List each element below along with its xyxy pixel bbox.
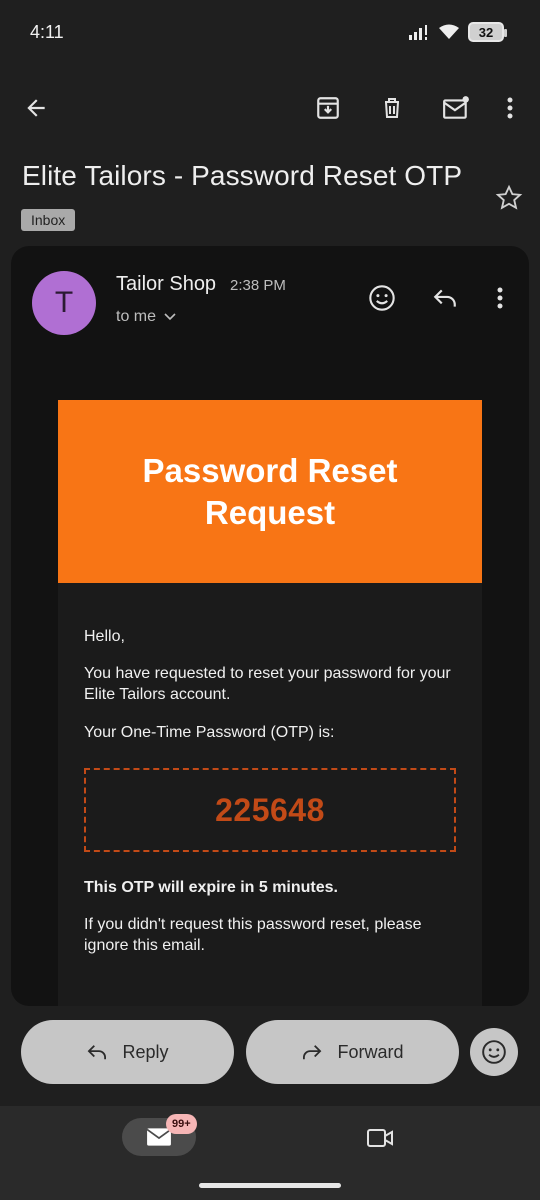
more-vert-icon xyxy=(497,287,503,309)
back-button[interactable] xyxy=(18,90,54,126)
banner-title: Password Reset Request xyxy=(142,451,398,531)
back-icon xyxy=(27,99,45,117)
otp-box: 225648 xyxy=(84,768,456,852)
email-body: Password Reset Request Hello, You have r… xyxy=(58,400,482,1006)
label-chip[interactable]: Inbox xyxy=(21,209,76,231)
email-content: Hello, You have requested to reset your … xyxy=(58,626,482,956)
sender-name[interactable]: Tailor Shop xyxy=(116,273,216,296)
battery-icon: 32 xyxy=(468,22,507,42)
react-emoji-button[interactable] xyxy=(366,282,398,314)
expiry-text: This OTP will expire in 5 minutes. xyxy=(84,879,338,896)
unread-badge: 99+ xyxy=(166,1114,197,1134)
status-time: 4:11 xyxy=(30,22,64,42)
reset-banner: Password Reset Request xyxy=(58,400,482,583)
message-time: 2:38 PM xyxy=(230,277,286,294)
battery-level: 32 xyxy=(478,24,494,40)
recipient-label: to me xyxy=(116,308,157,325)
wifi-icon xyxy=(439,24,459,39)
archive-button[interactable] xyxy=(310,90,346,126)
recipient-details[interactable]: to me xyxy=(116,308,176,326)
status-bar: 4:11 32 xyxy=(0,0,540,64)
signal-icon xyxy=(409,25,427,40)
reply-icon xyxy=(88,1045,107,1060)
request-text: You have requested to reset your passwor… xyxy=(84,665,451,703)
video-icon xyxy=(367,1129,393,1147)
sender-avatar[interactable]: T xyxy=(32,271,96,335)
chevron-down-icon xyxy=(164,313,176,321)
email-subject: Elite Tailors - Password Reset OTP xyxy=(22,160,463,191)
more-vert-icon xyxy=(507,97,513,119)
reply-header-button[interactable] xyxy=(429,282,461,314)
more-options-button[interactable] xyxy=(492,90,528,126)
ignore-text: If you didn't request this password rese… xyxy=(84,916,422,954)
reply-button[interactable]: Reply xyxy=(21,1020,234,1084)
bottom-nav: 99+ xyxy=(0,1106,540,1200)
action-bar: Reply Forward xyxy=(0,1006,540,1106)
star-icon xyxy=(495,184,523,210)
mark-unread-icon xyxy=(443,96,469,119)
forward-label: Forward xyxy=(337,1041,404,1062)
greeting-text: Hello, xyxy=(84,628,125,645)
message-more-button[interactable] xyxy=(484,282,516,314)
emoji-icon xyxy=(482,1040,506,1064)
star-button[interactable] xyxy=(495,184,523,212)
otp-code[interactable]: 225648 xyxy=(215,792,325,829)
emoji-icon xyxy=(369,285,395,311)
forward-button[interactable]: Forward xyxy=(246,1020,459,1084)
reply-label: Reply xyxy=(122,1041,169,1062)
delete-icon xyxy=(385,98,399,118)
forward-icon xyxy=(303,1045,322,1060)
home-indicator[interactable] xyxy=(199,1183,341,1188)
reply-icon xyxy=(433,289,456,307)
email-toolbar xyxy=(0,80,540,136)
message-card: T Tailor Shop 2:38 PM to me Password Res… xyxy=(11,246,529,1006)
meet-tab[interactable] xyxy=(364,1124,396,1152)
otp-intro-text: Your One-Time Password (OTP) is: xyxy=(84,724,335,741)
status-icons: 32 xyxy=(408,22,507,42)
archive-icon xyxy=(317,97,339,119)
delete-button[interactable] xyxy=(374,90,410,126)
mark-unread-button[interactable] xyxy=(438,90,474,126)
emoji-reaction-button[interactable] xyxy=(470,1028,518,1076)
